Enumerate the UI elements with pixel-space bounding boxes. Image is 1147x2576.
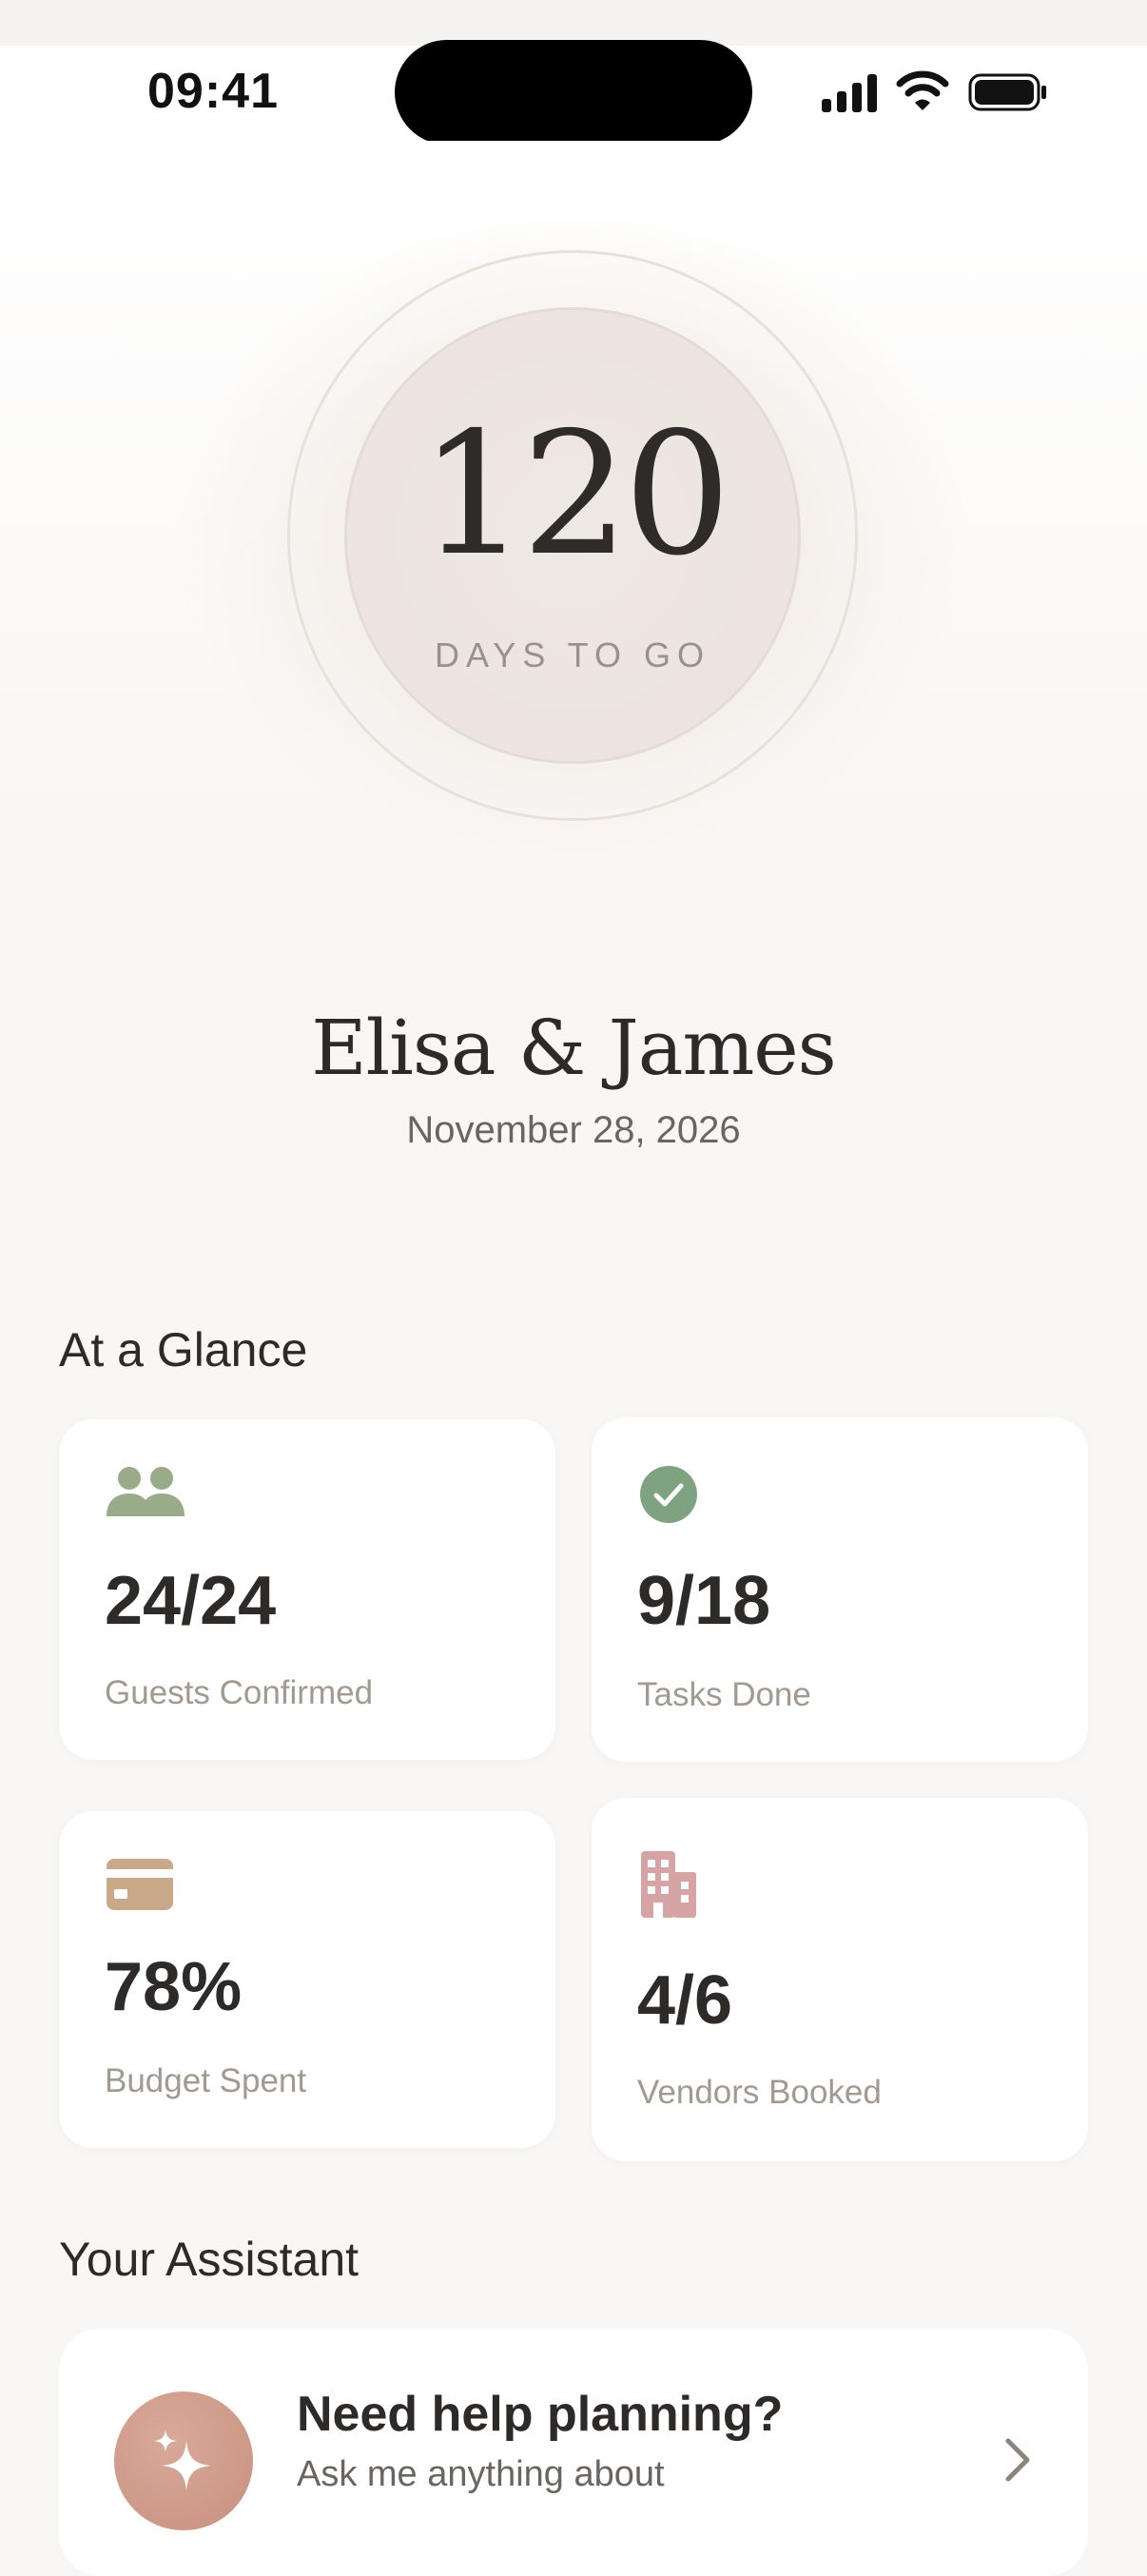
stat-card-tasks[interactable]: 9/18 Tasks Done: [592, 1417, 1088, 1762]
stat-card-guests[interactable]: 24/24 Guests Confirmed: [59, 1419, 555, 1760]
check-circle-icon: [640, 1466, 697, 1523]
dynamic-island: [395, 40, 752, 145]
section-title-your-assistant: Your Assistant: [59, 2233, 360, 2286]
countdown-label: DAYS TO GO: [434, 635, 711, 674]
couple-names: Elisa & James: [311, 1004, 836, 1092]
stat-label: Budget Spent: [105, 2062, 307, 2099]
section-title-at-a-glance: At a Glance: [59, 1323, 308, 1376]
stat-value: 78%: [105, 1949, 243, 2025]
assistant-card[interactable]: Need help planning? Ask me anything abou…: [59, 2329, 1088, 2576]
stat-label: Vendors Booked: [637, 2074, 882, 2111]
stat-value: 9/18: [637, 1563, 771, 1639]
people-icon: [107, 1467, 185, 1516]
stat-label: Tasks Done: [637, 1676, 811, 1713]
assistant-avatar: [114, 2391, 253, 2530]
credit-card-icon: [107, 1859, 173, 1910]
sparkles-icon: [154, 2430, 211, 2490]
battery-icon: [968, 73, 1046, 111]
stat-card-budget[interactable]: 78% Budget Spent: [59, 1811, 555, 2148]
building-icon: [641, 1851, 696, 1918]
stat-card-vendors[interactable]: 4/6 Vendors Booked: [592, 1798, 1088, 2161]
stat-value: 4/6: [637, 1962, 733, 2039]
assistant-card-subtitle: Ask me anything about: [297, 2454, 665, 2494]
cellular-signal-icon: [822, 74, 877, 112]
chevron-right-icon: [1005, 2438, 1030, 2482]
status-time: 09:41: [147, 64, 279, 119]
wifi-icon: [896, 70, 949, 110]
stat-label: Guests Confirmed: [105, 1674, 374, 1711]
stat-value: 24/24: [105, 1563, 277, 1639]
wedding-date: November 28, 2026: [406, 1109, 741, 1151]
top-strip: [0, 0, 1147, 46]
countdown-days: 120: [419, 396, 731, 593]
assistant-card-title: Need help planning?: [297, 2387, 784, 2442]
